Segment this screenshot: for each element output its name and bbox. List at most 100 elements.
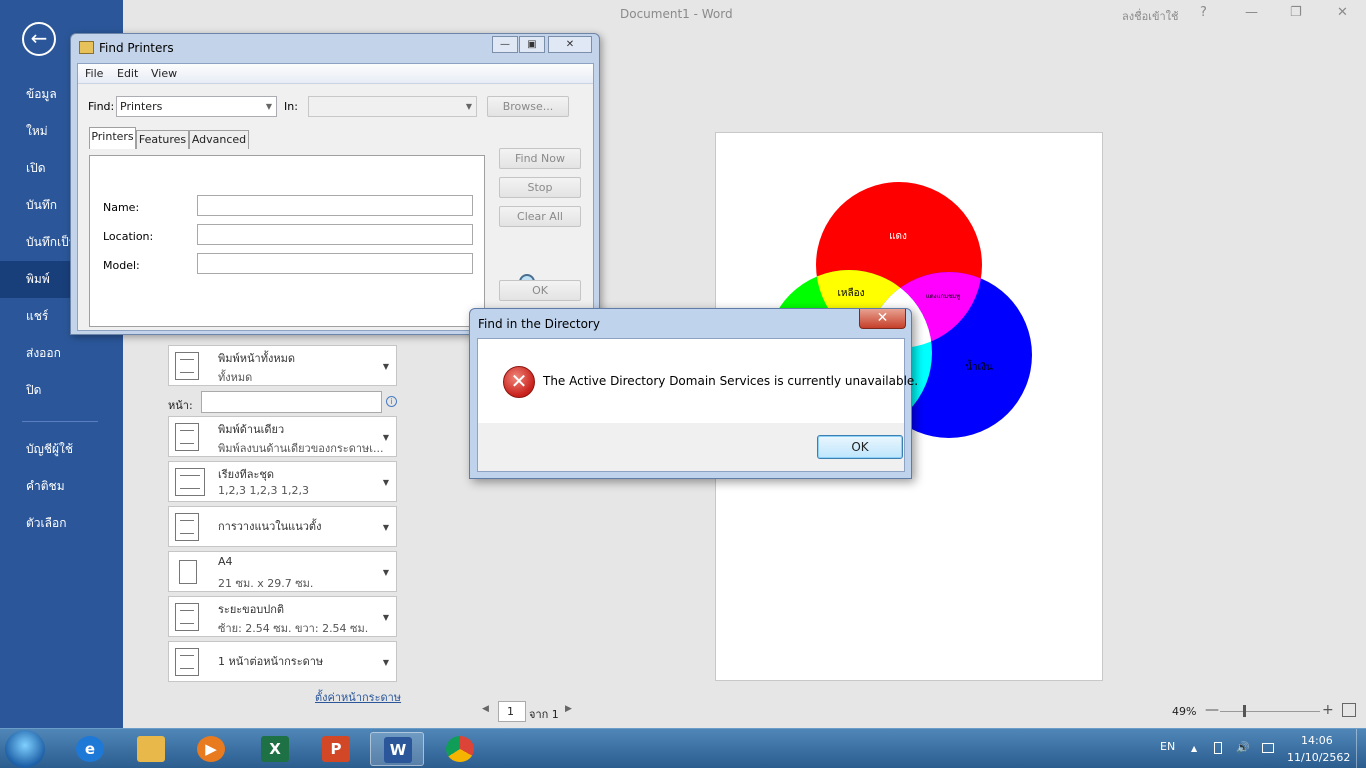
magenta-label: แดงแกมชมพู	[926, 293, 960, 300]
dialog-title: Find Printers	[99, 41, 174, 55]
stop-button[interactable]: Stop	[499, 177, 581, 198]
minimize-button[interactable]: —	[1245, 5, 1258, 20]
sign-in-link[interactable]: ลงชื่อเข้าใช้	[1122, 7, 1178, 25]
sidebar-item-options[interactable]: ตัวเลือก	[0, 505, 123, 542]
menu-view[interactable]: View	[151, 67, 177, 80]
internet-explorer-icon[interactable]: e	[63, 732, 117, 766]
chevron-down-icon: ▼	[382, 658, 389, 667]
pages-per-sheet-icon	[175, 648, 199, 676]
find-now-button[interactable]: Find Now	[499, 148, 581, 169]
chevron-down-icon: ▼	[382, 568, 389, 577]
find-combo[interactable]: Printers ▼	[116, 96, 277, 117]
red-label: แดง	[889, 231, 907, 242]
find-value: Printers	[120, 100, 163, 113]
info-icon[interactable]: i	[386, 396, 397, 407]
clock-date[interactable]: 11/10/2562	[1287, 751, 1350, 764]
print-pages-dropdown[interactable]: พิมพ์หน้าทั้งหมด ทั้งหมด ▼	[168, 345, 397, 386]
chevron-down-icon: ▼	[382, 433, 389, 442]
pages-input[interactable]	[201, 391, 382, 413]
in-label: In:	[284, 100, 298, 113]
page-setup-link[interactable]: ตั้งค่าหน้ากระดาษ	[315, 688, 401, 706]
setting-title: เรียงทีละชุด	[218, 468, 274, 481]
in-combo[interactable]: ▼	[308, 96, 477, 117]
minimize-button[interactable]: —	[492, 36, 518, 53]
close-button[interactable]: ✕	[1337, 5, 1348, 20]
model-field[interactable]	[197, 253, 473, 274]
volume-icon[interactable]: 🔊	[1236, 741, 1250, 754]
page-number-input[interactable]: 1	[498, 701, 526, 722]
sidebar-item-feedback[interactable]: คำติชม	[0, 468, 123, 505]
zoom-slider[interactable]	[1220, 711, 1320, 712]
error-icon: ✕	[503, 366, 535, 398]
show-desktop-button[interactable]	[1356, 729, 1366, 768]
folder-glyph	[137, 736, 165, 762]
zoom-out-button[interactable]: —	[1205, 702, 1219, 718]
restore-button[interactable]: ❐	[1290, 5, 1302, 20]
word-icon[interactable]: W	[370, 732, 424, 766]
collate-icon	[175, 468, 205, 496]
setting-subtitle: ทั้งหมด	[218, 371, 253, 384]
chevron-down-icon: ▼	[382, 362, 389, 371]
start-button[interactable]	[5, 730, 45, 768]
print-sides-dropdown[interactable]: พิมพ์ด้านเดียว พิมพ์ลงบนด้านเดียวของกระด…	[168, 416, 397, 457]
chrome-icon[interactable]	[433, 732, 487, 766]
battery-icon[interactable]	[1214, 742, 1222, 754]
help-icon[interactable]: ?	[1200, 5, 1207, 20]
back-button[interactable]: ←	[22, 22, 56, 56]
show-hidden-icons-icon[interactable]: ▲	[1191, 744, 1197, 753]
tab-printers[interactable]: Printers	[89, 127, 136, 149]
ok-button[interactable]: OK	[817, 435, 903, 459]
orientation-dropdown[interactable]: การวางแนวในแนวตั้ง ▼	[168, 506, 397, 547]
tab-features[interactable]: Features	[136, 130, 189, 149]
taskbar: e ▶ X P W EN ▲ 🔊 14:06 11/10/2562	[0, 728, 1366, 768]
file-explorer-icon[interactable]	[124, 732, 178, 766]
maximize-button[interactable]: ▣	[519, 36, 545, 53]
media-player-icon[interactable]: ▶	[184, 732, 238, 766]
model-label: Model:	[103, 259, 140, 272]
menu-file[interactable]: File	[85, 67, 103, 80]
setting-subtitle: 1,2,3 1,2,3 1,2,3	[218, 484, 309, 497]
setting-title: พิมพ์หน้าทั้งหมด	[218, 352, 295, 365]
setting-title: A4	[218, 555, 233, 568]
error-message: The Active Directory Domain Services is …	[543, 374, 919, 388]
clock-time[interactable]: 14:06	[1301, 734, 1333, 747]
close-button[interactable]: ✕	[548, 36, 592, 53]
find-printers-icon	[79, 41, 94, 54]
zoom-in-button[interactable]: +	[1322, 702, 1334, 718]
location-field[interactable]	[197, 224, 473, 245]
margins-dropdown[interactable]: ระยะขอบปกติ ซ้าย: 2.54 ซม. ขวา: 2.54 ซม.…	[168, 596, 397, 637]
page-count: จาก 1	[529, 708, 559, 721]
browse-button[interactable]: Browse...	[487, 96, 569, 117]
pages-per-sheet-dropdown[interactable]: 1 หน้าต่อหน้ากระดาษ ▼	[168, 641, 397, 682]
menu-bar: File Edit View	[78, 64, 593, 84]
setting-title: การวางแนวในแนวตั้ง	[218, 520, 322, 533]
find-label: Find:	[88, 100, 115, 113]
collate-dropdown[interactable]: เรียงทีละชุด 1,2,3 1,2,3 1,2,3 ▼	[168, 461, 397, 502]
excel-icon[interactable]: X	[248, 732, 302, 766]
network-icon[interactable]	[1262, 743, 1274, 753]
clear-all-button[interactable]: Clear All	[499, 206, 581, 227]
setting-subtitle: พิมพ์ลงบนด้านเดียวของกระดาษเ...	[218, 442, 384, 455]
pages-label: หน้า:	[168, 399, 193, 412]
zoom-to-page-icon[interactable]	[1342, 703, 1356, 717]
sidebar-item-close[interactable]: ปิด	[0, 372, 123, 409]
tab-advanced[interactable]: Advanced	[189, 130, 249, 149]
sidebar-item-account[interactable]: บัญชีผู้ใช้	[0, 431, 123, 468]
close-button[interactable]: ✕	[859, 309, 906, 329]
word-glyph: W	[384, 737, 412, 763]
name-label: Name:	[103, 201, 140, 214]
next-page-button[interactable]: ▶	[565, 704, 572, 714]
sidebar-item-export[interactable]: ส่งออก	[0, 335, 123, 372]
language-indicator[interactable]: EN	[1160, 740, 1175, 753]
printers-tab-panel: Name: Location: Model:	[89, 155, 485, 327]
chevron-down-icon: ▼	[382, 523, 389, 532]
zoom-level[interactable]: 49%	[1172, 705, 1196, 718]
menu-edit[interactable]: Edit	[117, 67, 138, 80]
zoom-slider-thumb[interactable]	[1243, 705, 1246, 717]
previous-page-button[interactable]: ◀	[482, 704, 489, 714]
paper-size-dropdown[interactable]: A4 21 ซม. x 29.7 ซม. ▼	[168, 551, 397, 592]
ok-button[interactable]: OK	[499, 280, 581, 301]
name-field[interactable]	[197, 195, 473, 216]
powerpoint-icon[interactable]: P	[309, 732, 363, 766]
window-title: Document1 - Word	[620, 7, 733, 21]
